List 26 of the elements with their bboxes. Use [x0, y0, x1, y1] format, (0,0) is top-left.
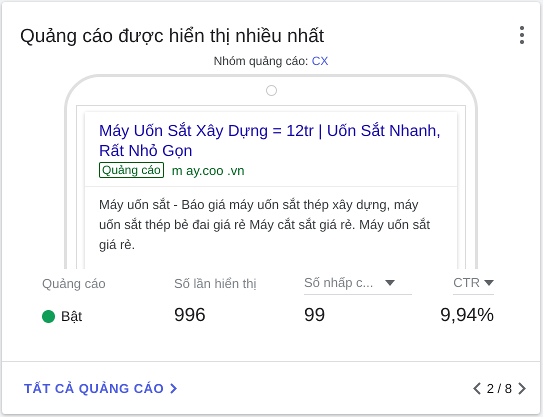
column-label: Số lần hiển thị [174, 276, 256, 290]
ad-headline[interactable]: Máy Uốn Sắt Xây Dựng = 12tr | Uốn Sắt Nhanh, Rất Nhỏ Gọn [85, 112, 457, 162]
column-label: CTR [453, 275, 480, 290]
ad-description: Máy uốn sắt - Báo giá máy uốn sắt thép xây dựng, máy uốn sắt thép bẻ đai giá rẻ Máy cắt sắt giá rẻ. Máy uốn sắt giá rẻ. [98, 196, 431, 254]
sort-caret-icon [484, 280, 494, 286]
camera-icon [266, 85, 276, 96]
card-title: Quảng cáo được hiển thị nhiều nhất [20, 26, 324, 48]
page-indicator: 2 / 8 [486, 380, 512, 396]
table-value: 996 [174, 305, 207, 327]
ad-url: m ay.coo .vn [172, 162, 244, 178]
table-value: 9,94% [440, 305, 494, 327]
ad-group-link[interactable]: CX [312, 54, 328, 68]
all-ads-link[interactable]: TẤT CẢ QUẢNG CÁO [24, 380, 178, 396]
column-header[interactable]: CTR [453, 275, 494, 295]
column-label: Số nhấp c... [304, 275, 374, 290]
ad-badge: Quảng cáo [99, 162, 164, 178]
column-header[interactable]: Số nhấp c... [304, 275, 412, 295]
ad-group-label: Nhóm quảng cáo: CX [212, 54, 330, 68]
column-label: Quảng cáo [42, 276, 106, 290]
table-value: 99 [304, 305, 326, 327]
previous-page-icon[interactable] [472, 382, 481, 394]
sort-caret-icon [385, 280, 396, 286]
next-page-icon[interactable] [518, 382, 526, 394]
more-options-icon[interactable] [520, 26, 524, 44]
chevron-right-icon [170, 382, 178, 394]
status-label: Bật [61, 308, 82, 324]
